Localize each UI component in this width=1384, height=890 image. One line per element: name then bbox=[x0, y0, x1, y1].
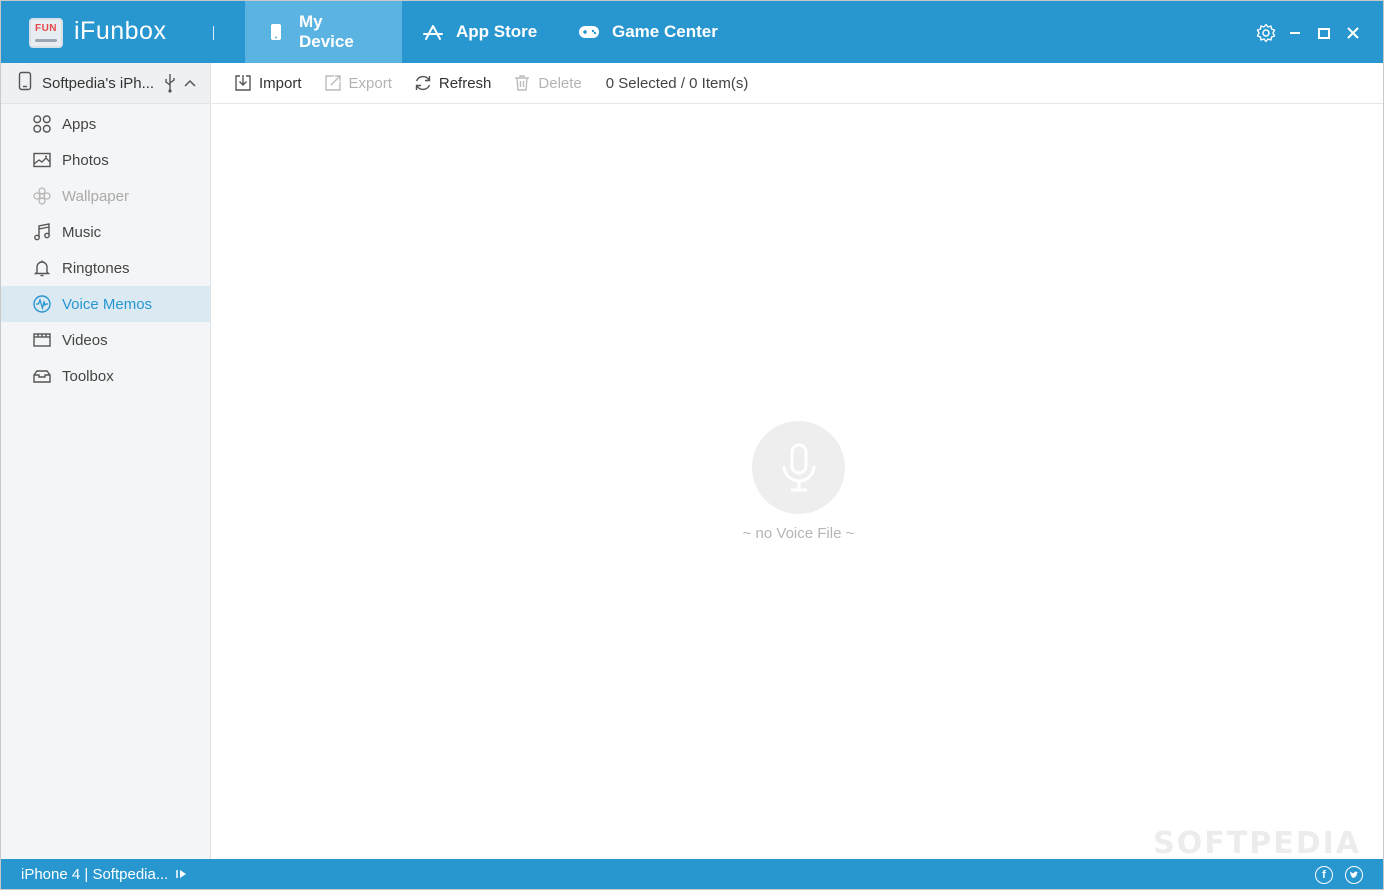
import-button[interactable]: Import bbox=[233, 73, 302, 93]
export-icon bbox=[323, 73, 343, 93]
toolbar: Import Export Refresh Delete 0 Selected … bbox=[212, 63, 1383, 104]
watermark: SOFTPEDIA bbox=[1153, 826, 1361, 861]
app-store-icon bbox=[422, 21, 444, 43]
sidebar-item-label: Ringtones bbox=[62, 259, 130, 277]
flower-icon bbox=[32, 186, 52, 206]
close-icon[interactable] bbox=[1342, 22, 1364, 44]
app-logo-text: FUN bbox=[34, 23, 58, 34]
tab-my-device[interactable]: My Device bbox=[245, 1, 402, 63]
export-label: Export bbox=[348, 74, 392, 92]
sidebar-item-label: Toolbox bbox=[62, 367, 114, 385]
sidebar-item-label: Music bbox=[62, 223, 102, 241]
toolbox-icon bbox=[32, 366, 52, 386]
tab-label: Game Center bbox=[612, 22, 718, 41]
import-icon bbox=[233, 73, 253, 93]
sidebar-item-voice-memos[interactable]: Voice Memos bbox=[1, 286, 210, 322]
trash-icon bbox=[512, 73, 532, 93]
ifunbox-window: FUN iFunbox My Device App Store Game Cen… bbox=[0, 0, 1384, 890]
delete-button[interactable]: Delete bbox=[512, 73, 582, 93]
sidebar-item-apps[interactable]: Apps bbox=[1, 106, 210, 142]
delete-label: Delete bbox=[538, 74, 582, 92]
content-area: ~ no Voice File ~ SOFTPEDIA bbox=[212, 104, 1383, 861]
facebook-icon[interactable]: f bbox=[1315, 866, 1333, 884]
status-device-text: iPhone 4 | Softpedia... bbox=[21, 865, 169, 883]
sidebar-item-label: Voice Memos bbox=[62, 295, 153, 313]
sidebar-item-music[interactable]: Music bbox=[1, 214, 210, 250]
microphone-icon bbox=[779, 442, 819, 494]
maximize-icon[interactable] bbox=[1313, 22, 1335, 44]
refresh-icon bbox=[413, 73, 433, 93]
apps-grid-icon bbox=[32, 114, 52, 134]
refresh-label: Refresh bbox=[438, 74, 492, 92]
sidebar-item-label: Wallpaper bbox=[62, 187, 129, 205]
tab-label: My Device bbox=[298, 12, 354, 51]
title-bar: FUN iFunbox My Device App Store Game Cen… bbox=[1, 1, 1383, 63]
export-button[interactable]: Export bbox=[323, 73, 392, 93]
music-note-icon bbox=[32, 222, 52, 242]
status-bar: iPhone 4 | Softpedia... f bbox=[1, 859, 1383, 889]
play-icon[interactable] bbox=[176, 869, 188, 879]
sidebar-item-wallpaper[interactable]: Wallpaper bbox=[1, 178, 210, 214]
device-icon bbox=[18, 71, 32, 95]
sidebar-item-label: Photos bbox=[62, 151, 109, 169]
empty-state-text: ~ no Voice File ~ bbox=[742, 525, 855, 542]
photo-icon bbox=[32, 150, 52, 170]
gamepad-icon bbox=[578, 21, 600, 43]
import-label: Import bbox=[259, 74, 302, 92]
sidebar-item-videos[interactable]: Videos bbox=[1, 322, 210, 358]
sidebar-item-toolbox[interactable]: Toolbox bbox=[1, 358, 210, 394]
tab-game-center[interactable]: Game Center bbox=[558, 1, 738, 63]
film-icon bbox=[32, 330, 52, 350]
sidebar-item-ringtones[interactable]: Ringtones bbox=[1, 250, 210, 286]
app-logo: FUN bbox=[29, 18, 63, 48]
refresh-button[interactable]: Refresh bbox=[413, 73, 492, 93]
title-separator bbox=[213, 26, 214, 40]
bell-icon bbox=[32, 258, 52, 278]
tab-label: App Store bbox=[456, 22, 538, 41]
selection-status: 0 Selected / 0 Item(s) bbox=[605, 74, 749, 92]
device-name: Softpedia's iPh... bbox=[42, 74, 155, 92]
app-title: iFunbox bbox=[74, 17, 167, 45]
sidebar-item-photos[interactable]: Photos bbox=[1, 142, 210, 178]
empty-state-icon bbox=[752, 421, 845, 514]
sidebar-item-label: Videos bbox=[62, 331, 108, 349]
voice-wave-icon bbox=[32, 294, 52, 314]
usb-icon bbox=[164, 73, 176, 93]
sidebar-item-label: Apps bbox=[62, 115, 97, 133]
device-selector[interactable]: Softpedia's iPh... bbox=[1, 63, 210, 104]
minimize-icon[interactable] bbox=[1284, 22, 1306, 44]
chevron-up-icon[interactable] bbox=[184, 79, 196, 87]
sidebar: Softpedia's iPh... Apps Photos Wallpaper… bbox=[1, 63, 211, 859]
phone-icon bbox=[265, 21, 287, 43]
tab-app-store[interactable]: App Store bbox=[402, 1, 557, 63]
twitter-icon[interactable] bbox=[1345, 866, 1363, 884]
settings-icon[interactable] bbox=[1255, 22, 1277, 44]
